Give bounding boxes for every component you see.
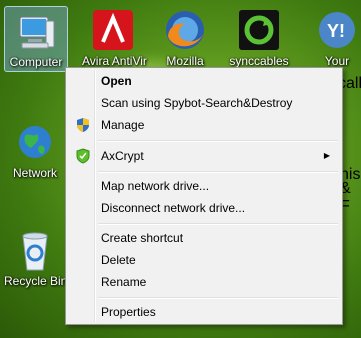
menu-item-manage[interactable]: Manage [68,114,340,136]
menu-item-label: Disconnect network drive... [101,201,246,215]
desktop-icon-label: Your [324,54,350,68]
menu-item-map-network-drive[interactable]: Map network drive... [68,175,340,197]
desktop-icon-your[interactable]: Y! Your [306,6,361,68]
yahoo-icon: Y! [313,6,361,54]
desktop-icon-mozilla[interactable]: Mozilla [154,6,216,68]
menu-item-label: Rename [101,275,147,289]
desktop-icon-label: Avira AntiVir [82,54,147,68]
desktop-icon-synccables[interactable]: synccables [228,6,290,68]
desktop-icon-network[interactable]: Network [4,118,66,180]
desktop-icon-label: Mozilla [166,54,204,68]
desktop-icon-label: Recycle Bin [4,274,68,288]
menu-item-create-shortcut[interactable]: Create shortcut [68,227,340,249]
menu-item-label: Map network drive... [101,179,210,193]
menu-item-axcrypt[interactable]: AxCrypt ▶ [68,145,340,167]
menu-separator [98,223,338,225]
context-menu: Open Scan using Spybot-Search&Destroy Ma… [65,67,343,325]
desktop-icon-label: synccables [229,54,289,68]
desktop-icon-recycle-bin[interactable]: Recycle Bin [4,226,68,288]
firefox-icon [161,6,209,54]
desktop-icon-avira[interactable]: Avira AntiVir [82,6,147,68]
menu-item-label: Manage [101,118,145,132]
desktop-icon-computer[interactable]: Computer [4,6,68,72]
sync-icon [235,6,283,54]
menu-item-label: Create shortcut [101,231,184,245]
menu-item-label: Delete [101,253,136,267]
menu-item-label: AxCrypt [101,149,144,163]
shield-icon [75,117,91,133]
menu-item-disconnect-network-drive[interactable]: Disconnect network drive... [68,197,340,219]
menu-item-open[interactable]: Open [68,70,340,92]
menu-item-label: Properties [101,305,156,319]
computer-icon [12,7,60,55]
recycle-bin-icon [11,226,59,274]
menu-separator [98,140,338,142]
menu-item-label: Open [101,74,132,88]
network-icon [11,118,59,166]
menu-separator [98,171,338,173]
menu-item-rename[interactable]: Rename [68,271,340,293]
svg-text:Y!: Y! [327,21,345,41]
menu-item-scan-spybot[interactable]: Scan using Spybot-Search&Destroy [68,92,340,114]
menu-separator [98,297,338,299]
axcrypt-shield-icon [75,148,91,164]
submenu-arrow-icon: ▶ [323,151,330,160]
desktop-icon-label: Network [12,166,57,180]
desktop-icon-label: Computer [9,55,63,69]
avira-icon [89,6,137,54]
menu-item-properties[interactable]: Properties [68,301,340,323]
menu-item-delete[interactable]: Delete [68,249,340,271]
menu-item-label: Scan using Spybot-Search&Destroy [101,96,293,110]
partial-label: & F [340,180,351,215]
